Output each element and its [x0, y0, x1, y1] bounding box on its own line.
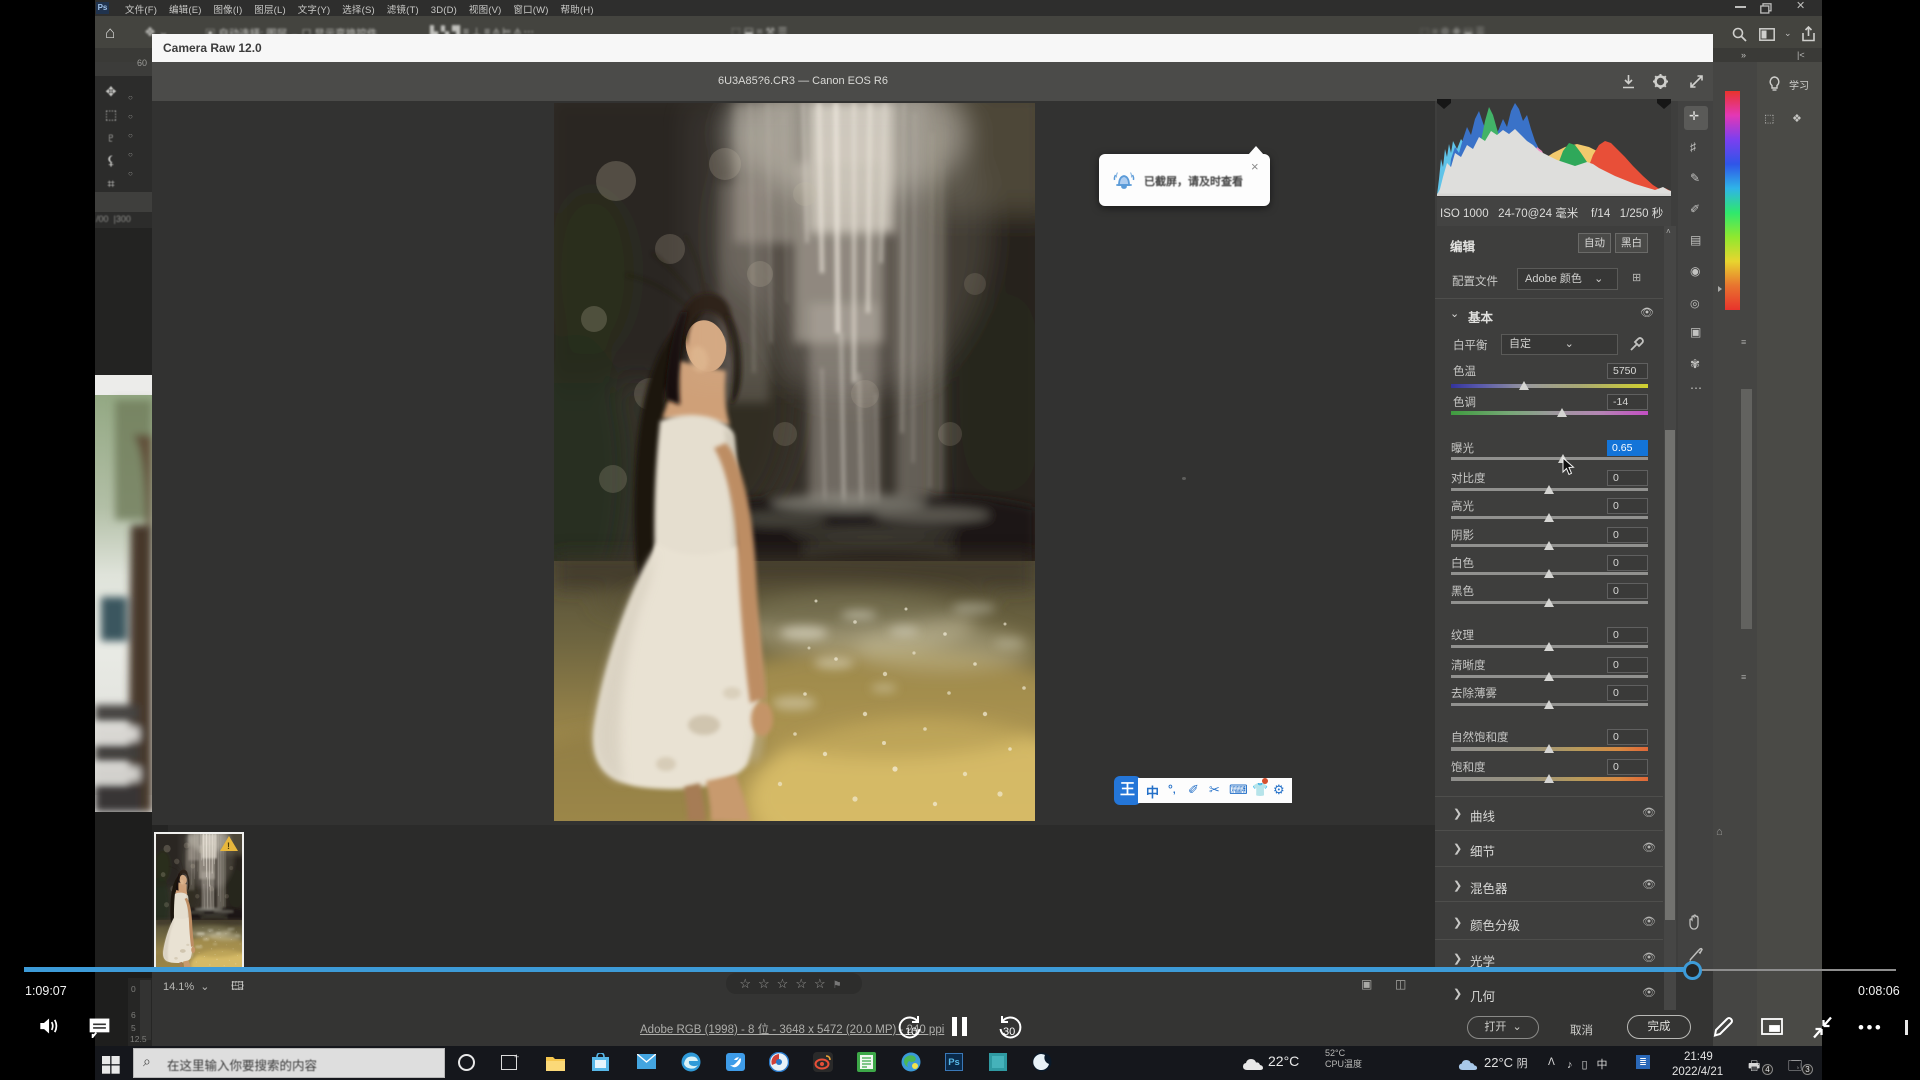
svg-text:30: 30: [1003, 1026, 1015, 1038]
svg-text:10: 10: [905, 1026, 917, 1038]
